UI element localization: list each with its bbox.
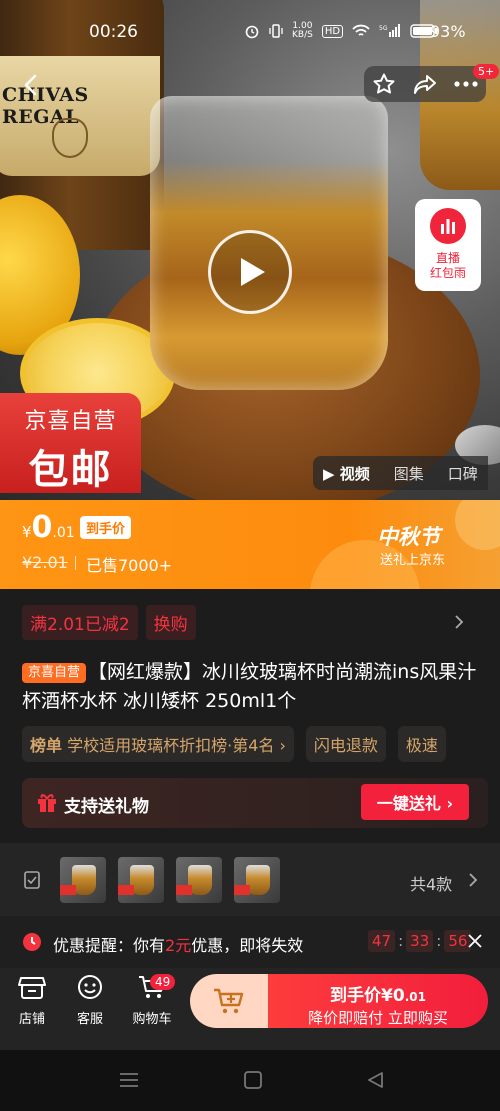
app: { "status_bar":{"time":"00:26","speed":"… (0, 0, 500, 1111)
price-currency: ¥ (22, 523, 32, 541)
live-label-2: 红包雨 (429, 266, 466, 280)
send-gift-button[interactable]: 一键送礼 › (361, 784, 469, 820)
star-icon (373, 73, 395, 94)
play-icon (241, 258, 265, 286)
signal-icon: 5G (379, 24, 401, 37)
add-cart-icon (214, 988, 244, 1014)
status-time: 00:26 (89, 22, 138, 42)
back-triangle-icon[interactable] (366, 1070, 386, 1090)
status-icons: 1.00 KB/S HD 5G (244, 22, 438, 40)
svg-text:5G: 5G (379, 25, 388, 32)
self-op-line2: 包邮 (28, 447, 113, 493)
store-label: 店铺 (18, 1012, 45, 1027)
hd-badge: HD (321, 24, 344, 38)
wifi-icon (352, 24, 370, 36)
alarm-icon (245, 25, 259, 39)
sku-selector[interactable]: 共4款 (0, 843, 500, 916)
sku-thumbnail[interactable] (234, 857, 280, 903)
express-chip[interactable]: 极速 (397, 726, 446, 762)
home-icon[interactable] (243, 1070, 263, 1090)
self-operated-tag: 京喜自营 (22, 663, 87, 683)
sku-thumbnail[interactable] (60, 857, 106, 903)
menu-icon[interactable] (118, 1070, 140, 1090)
timer-minutes: 33 (406, 930, 434, 952)
timer-hours: 47 (368, 930, 396, 952)
sku-thumbnails (60, 857, 280, 903)
buy-price-line: 到手价¥0.01 (330, 986, 426, 1006)
tab-reviews[interactable]: 口碑 (448, 463, 478, 484)
chevron-right-icon (469, 873, 478, 887)
promo-row[interactable]: 满2.01已减2 换购 (22, 605, 196, 640)
customer-service-button[interactable]: 客服 (68, 974, 112, 1027)
cart-label: 购物车 (132, 1012, 172, 1027)
live-icon (430, 208, 466, 244)
share-icon (413, 75, 436, 94)
back-arrow-icon (24, 74, 37, 96)
self-operated-banner: 京喜自营 包邮 (0, 393, 141, 493)
tab-gallery[interactable]: 图集 (394, 463, 424, 484)
back-button[interactable] (14, 68, 48, 102)
sku-thumbnail[interactable] (176, 857, 222, 903)
ranking-label: 榜单 (30, 736, 63, 755)
close-icon[interactable] (466, 932, 484, 950)
feature-chips: 榜单 学校适用玻璃杯折扣榜·第4名 › 闪电退款 极速 (22, 726, 446, 762)
media-tabs: ▶ 视频 图集 口碑 (313, 456, 488, 490)
coupon-reminder: 优惠提醒：你有2元优惠，即将失效 47: 33: 56 (0, 916, 500, 968)
countdown-timer: 47: 33: 56 (368, 930, 472, 952)
ranking-chip[interactable]: 榜单 学校适用玻璃杯折扣榜·第4名 › (22, 726, 294, 762)
product-title: 京喜自营 【网红爆款】冰川纹玻璃杯时尚潮流ins风果汁杯酒杯水杯 冰川矮杯 250… (22, 658, 488, 716)
live-label-1: 直播 (435, 251, 460, 265)
current-price: ¥ 0 .01 (22, 510, 75, 545)
sku-thumbnail[interactable] (118, 857, 164, 903)
promo-discount[interactable]: 满2.01已减2 (22, 605, 138, 640)
add-to-cart-button[interactable] (190, 974, 268, 1028)
net-speed: 1.00 KB/S (292, 21, 313, 40)
festival-subtitle: 送礼上京东 (380, 553, 446, 568)
gift-icon (38, 794, 56, 812)
status-bar: 00:26 1.00 KB/S HD 5G 93% (0, 0, 500, 64)
price-integer: 0 (31, 510, 53, 545)
share-button[interactable] (409, 68, 441, 100)
self-op-line1: 京喜自营 (24, 409, 117, 434)
tab-video[interactable]: ▶ 视频 (323, 463, 370, 484)
fast-refund-chip[interactable]: 闪电退款 (305, 726, 386, 762)
cart-count-badge: 49 (150, 974, 176, 990)
top-action-group (364, 66, 486, 102)
store-icon (18, 977, 46, 999)
promo-exchange[interactable]: 换购 (145, 605, 196, 640)
battery-percent: 93% (430, 22, 466, 41)
vibrate-icon (269, 24, 283, 38)
service-icon (78, 975, 102, 999)
message-badge: 5+ (473, 64, 500, 79)
favorite-button[interactable] (368, 68, 400, 100)
live-red-packet-button[interactable]: 直播 红包雨 (415, 199, 481, 291)
reminder-text: 优惠提醒：你有2元优惠，即将失效 (53, 936, 304, 955)
system-navigation-bar (0, 1050, 500, 1111)
sku-count: 共4款 (410, 875, 453, 894)
buy-now-label: 到手价¥0.01 降价即赔付 立即购买 (268, 974, 488, 1028)
price-decimal: .01 (52, 525, 75, 541)
buy-subline: 降价即赔付 立即购买 (308, 1009, 448, 1027)
chevron-right-icon[interactable] (454, 614, 464, 630)
buy-now-button[interactable]: 到手价¥0.01 降价即赔付 立即购买 (190, 974, 488, 1028)
clock-icon (23, 933, 41, 951)
product-title-text: 【网红爆款】冰川纹玻璃杯时尚潮流ins风果汁杯酒杯水杯 冰川矮杯 250ml1个 (22, 661, 477, 712)
sku-select-icon (24, 871, 40, 889)
store-button[interactable]: 店铺 (10, 974, 54, 1027)
price-divider (75, 556, 76, 570)
final-price-tag: 到手价 (80, 516, 132, 539)
festival-title: 中秋节 (377, 525, 440, 549)
gift-support-text: 支持送礼物 (64, 797, 149, 817)
more-dots-icon (454, 81, 478, 87)
gift-bar: 支持送礼物 一键送礼 › (22, 778, 488, 828)
ranking-text: 学校适用玻璃杯折扣榜·第4名 › (67, 736, 286, 755)
service-label: 客服 (76, 1012, 103, 1027)
sold-count: 已售7000+ (86, 556, 173, 575)
play-video-button[interactable] (208, 230, 292, 314)
original-price: ¥2.01 (22, 553, 68, 572)
